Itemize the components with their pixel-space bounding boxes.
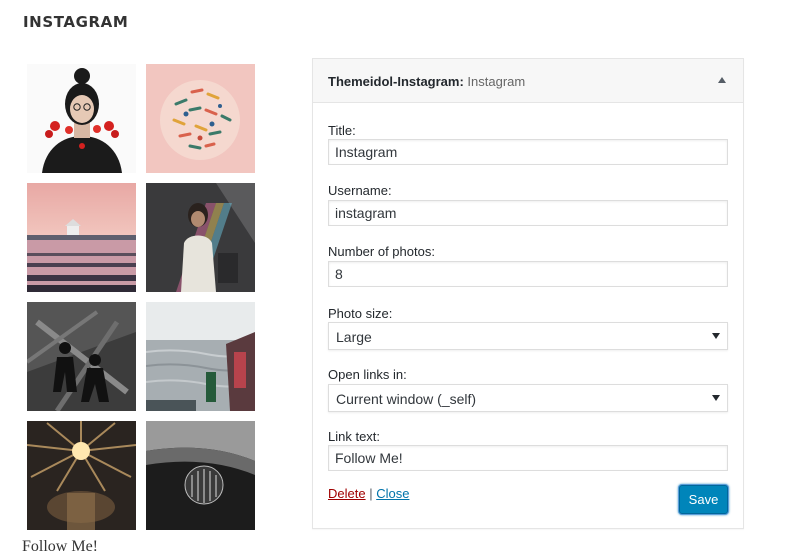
- photo-tile-3[interactable]: [27, 183, 136, 292]
- number-of-photos-label: Number of photos:: [328, 244, 435, 259]
- photo-black-white-silhouettes: [27, 302, 136, 411]
- widget-title-main: Themeidol-Instagram:: [328, 74, 464, 89]
- save-button[interactable]: Save: [679, 485, 728, 514]
- photo-pink-sunset-lake: [27, 183, 136, 292]
- widget-actions: Delete | Close: [328, 486, 409, 501]
- photo-woman-rainbow-light: [146, 183, 255, 292]
- widget-title: Themeidol-Instagram: Instagram: [328, 74, 525, 89]
- photo-sunburst-lamp: [27, 421, 136, 530]
- photo-tile-1[interactable]: [27, 64, 136, 173]
- separator: |: [365, 486, 377, 501]
- dropdown-arrow-icon: [712, 395, 720, 401]
- photo-tile-6[interactable]: [146, 302, 255, 411]
- close-link[interactable]: Close: [376, 486, 409, 501]
- widget-panel: Themeidol-Instagram: Instagram Title: In…: [312, 58, 744, 529]
- widget-title-sub: Instagram: [463, 74, 526, 89]
- delete-link[interactable]: Delete: [328, 486, 366, 501]
- collapse-arrow-icon[interactable]: [715, 73, 729, 87]
- photo-tile-5[interactable]: [27, 302, 136, 411]
- open-links-value: Current window (_self): [336, 391, 477, 407]
- username-label: Username:: [328, 183, 392, 198]
- username-input[interactable]: instagram: [328, 200, 728, 226]
- open-links-select[interactable]: Current window (_self): [328, 384, 728, 412]
- number-of-photos-input[interactable]: 8: [328, 261, 728, 287]
- follow-me-link[interactable]: Follow Me!: [22, 538, 98, 556]
- photo-woman-with-red-flowers: [27, 64, 136, 173]
- link-text-input[interactable]: Follow Me!: [328, 445, 728, 471]
- photo-tile-7[interactable]: [27, 421, 136, 530]
- photo-size-select[interactable]: Large: [328, 322, 728, 350]
- open-links-label: Open links in:: [328, 367, 407, 382]
- dropdown-arrow-icon: [712, 333, 720, 339]
- photo-circular-food-illustration: [146, 64, 255, 173]
- section-title: INSTAGRAM: [23, 13, 129, 31]
- photo-chandelier-on-black: [146, 421, 255, 530]
- photo-sea-shore-view: [146, 302, 255, 411]
- photo-size-value: Large: [336, 329, 372, 345]
- title-label: Title:: [328, 123, 356, 138]
- photo-tile-4[interactable]: [146, 183, 255, 292]
- photo-size-label: Photo size:: [328, 306, 393, 321]
- photo-tile-2[interactable]: [146, 64, 255, 173]
- link-text-label: Link text:: [328, 429, 381, 444]
- widget-header[interactable]: Themeidol-Instagram: Instagram: [313, 59, 743, 103]
- photo-tile-8[interactable]: [146, 421, 255, 530]
- title-input[interactable]: Instagram: [328, 139, 728, 165]
